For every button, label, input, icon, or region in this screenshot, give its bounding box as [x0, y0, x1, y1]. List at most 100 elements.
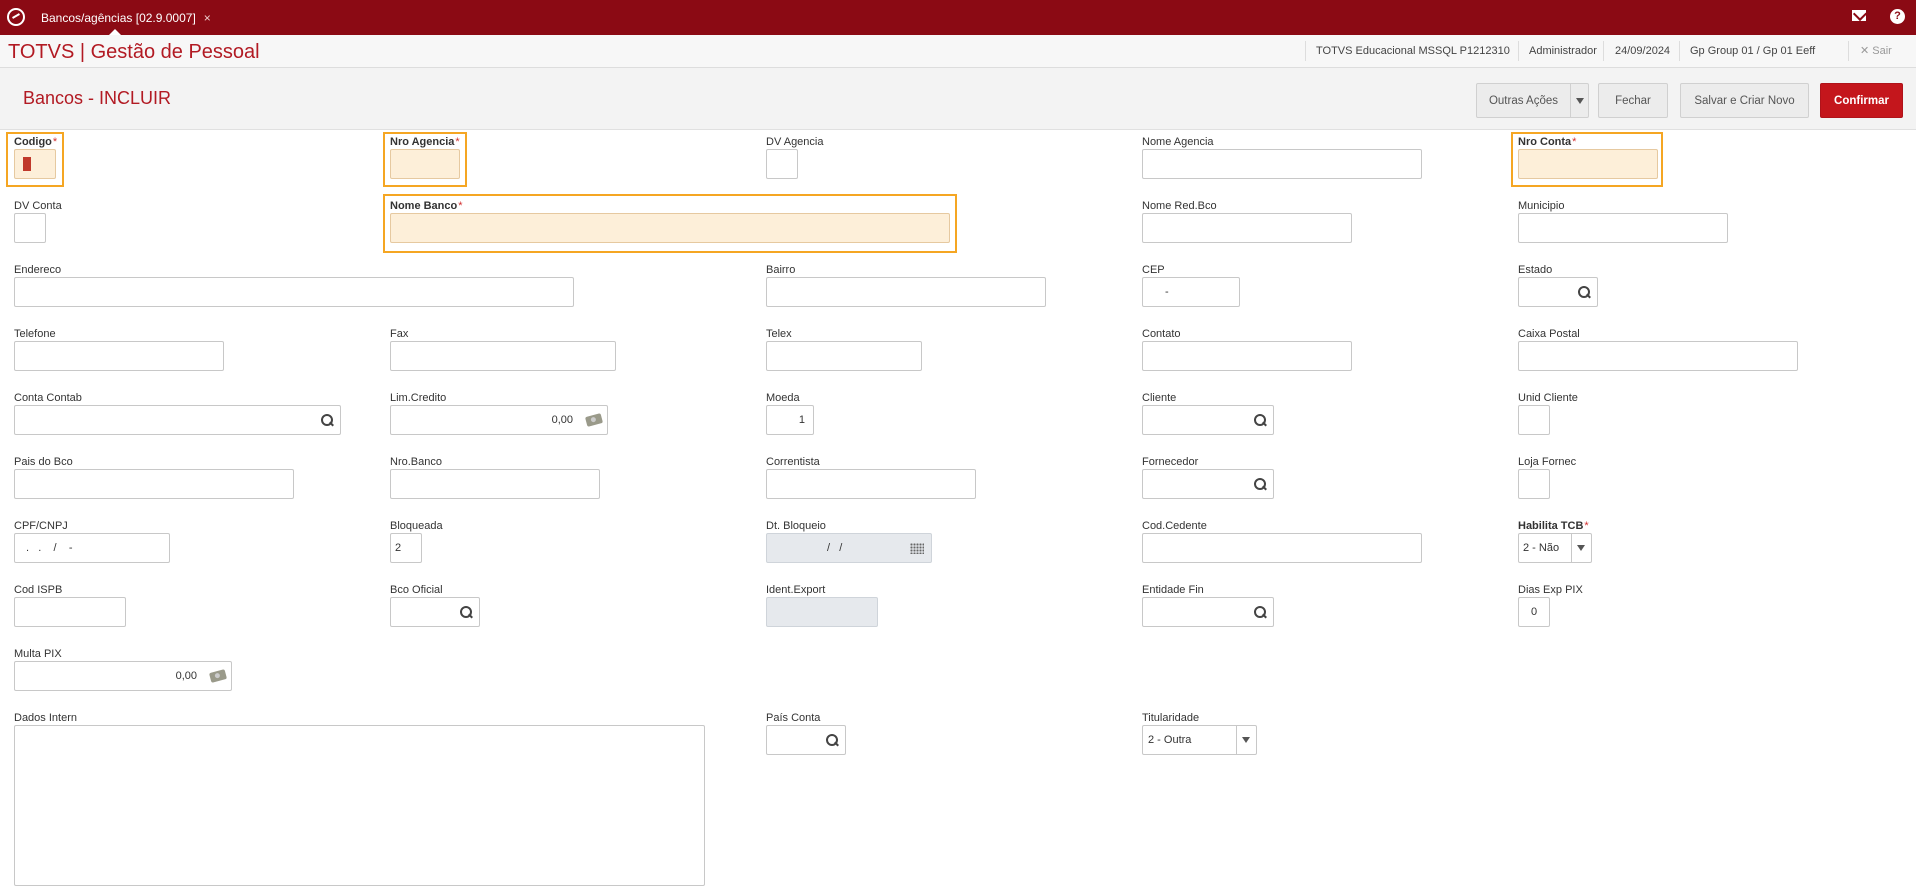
- date-label: 24/09/2024: [1615, 45, 1671, 57]
- search-icon[interactable]: [321, 414, 333, 426]
- cliente-label: Cliente: [1142, 392, 1177, 404]
- chevron-down-icon[interactable]: [1571, 534, 1591, 562]
- nome-banco-input[interactable]: [390, 213, 950, 243]
- mail-icon[interactable]: [1852, 10, 1866, 21]
- bloqueada-label: Bloqueada: [390, 520, 443, 532]
- search-icon[interactable]: [826, 734, 838, 746]
- codigo-label: Codigo: [14, 136, 52, 148]
- lim-credito-label: Lim.Credito: [390, 392, 447, 404]
- divider: [1518, 41, 1519, 61]
- contato-label: Contato: [1142, 328, 1181, 340]
- cod-ispb-input[interactable]: [14, 597, 126, 627]
- search-icon[interactable]: [1254, 606, 1266, 618]
- endereco-input[interactable]: [14, 277, 574, 307]
- environment-label: TOTVS Educacional MSSQL P1212310: [1316, 45, 1510, 57]
- nome-agencia-input[interactable]: [1142, 149, 1422, 179]
- bank-form: Codigo* Nro Agencia* DV Agencia Nome Age…: [0, 130, 1916, 893]
- nome-red-bco-label: Nome Red.Bco: [1142, 200, 1217, 212]
- municipio-label: Municipio: [1518, 200, 1565, 212]
- dv-conta-input[interactable]: [14, 213, 46, 243]
- totvs-logo-icon[interactable]: [7, 8, 25, 26]
- cpf-cnpj-input[interactable]: . . / -: [14, 533, 170, 563]
- bco-oficial-label: Bco Oficial: [390, 584, 443, 596]
- chevron-down-icon[interactable]: [1570, 84, 1588, 117]
- cod-ispb-label: Cod ISPB: [14, 584, 63, 596]
- habilita-tcb-value: 2 - Não: [1523, 542, 1560, 554]
- caixa-postal-input[interactable]: [1518, 341, 1798, 371]
- endereco-label: Endereco: [14, 264, 62, 276]
- telefone-label: Telefone: [14, 328, 56, 340]
- calendar-icon: [910, 543, 924, 554]
- loja-fornec-label: Loja Fornec: [1518, 456, 1577, 468]
- search-icon[interactable]: [1578, 286, 1590, 298]
- fax-input[interactable]: [390, 341, 616, 371]
- nome-red-bco-input[interactable]: [1142, 213, 1352, 243]
- fechar-button[interactable]: Fechar: [1598, 83, 1668, 118]
- divider: [1603, 41, 1604, 61]
- nro-conta-input[interactable]: [1518, 149, 1658, 179]
- pais-bco-input[interactable]: [14, 469, 294, 499]
- titularidade-label: Titularidade: [1142, 712, 1200, 724]
- pais-conta-label: País Conta: [766, 712, 821, 724]
- dv-conta-label: DV Conta: [14, 200, 62, 212]
- ident-export-input: [766, 597, 878, 627]
- search-icon[interactable]: [1254, 478, 1266, 490]
- tab-close-icon[interactable]: ×: [204, 11, 211, 25]
- user-label: Administrador: [1529, 45, 1597, 57]
- habilita-tcb-label: Habilita TCB: [1518, 520, 1584, 532]
- telex-input[interactable]: [766, 341, 922, 371]
- nome-banco-label: Nome Banco: [390, 200, 458, 212]
- group-label[interactable]: Gp Group 01 / Gp 01 Eeff: [1690, 35, 1815, 68]
- chevron-down-icon[interactable]: [1236, 726, 1256, 754]
- cod-cedente-input[interactable]: [1142, 533, 1422, 563]
- bloqueada-input[interactable]: 2: [390, 533, 422, 563]
- search-icon[interactable]: [460, 606, 472, 618]
- help-icon[interactable]: ?: [1890, 9, 1905, 24]
- text-cursor: [23, 157, 31, 171]
- habilita-tcb-select[interactable]: 2 - Não: [1518, 533, 1592, 563]
- unid-cliente-label: Unid Cliente: [1518, 392, 1578, 404]
- correntista-input[interactable]: [766, 469, 976, 499]
- nro-banco-input[interactable]: [390, 469, 600, 499]
- outras-acoes-label: Outras Ações: [1488, 94, 1559, 107]
- nro-conta-label: Nro Conta: [1518, 136, 1572, 148]
- telefone-input[interactable]: [14, 341, 224, 371]
- loja-fornec-input[interactable]: [1518, 469, 1550, 499]
- salvar-criar-novo-button[interactable]: Salvar e Criar Novo: [1680, 83, 1809, 118]
- correntista-label: Correntista: [766, 456, 820, 468]
- contato-input[interactable]: [1142, 341, 1352, 371]
- exit-button[interactable]: ✕ Sair: [1860, 35, 1892, 68]
- cep-label: CEP: [1142, 264, 1165, 276]
- multa-pix-input[interactable]: 0,00: [14, 661, 232, 691]
- confirmar-button[interactable]: Confirmar: [1820, 83, 1903, 118]
- nro-agencia-input[interactable]: [390, 149, 460, 179]
- municipio-input[interactable]: [1518, 213, 1728, 243]
- dias-exp-pix-input[interactable]: 0: [1518, 597, 1550, 627]
- divider: [1305, 41, 1306, 61]
- dias-exp-pix-label: Dias Exp PIX: [1518, 584, 1583, 596]
- lim-credito-input[interactable]: 0,00: [390, 405, 608, 435]
- dv-agencia-label: DV Agencia: [766, 136, 824, 148]
- unid-cliente-input[interactable]: [1518, 405, 1550, 435]
- divider: [1679, 41, 1680, 61]
- moeda-input[interactable]: 1: [766, 405, 814, 435]
- app-bar: TOTVS | Gestão de Pessoal TOTVS Educacio…: [0, 35, 1916, 68]
- titularidade-value: 2 - Outra: [1148, 734, 1192, 746]
- codigo-input[interactable]: [14, 149, 56, 179]
- pais-bco-label: Pais do Bco: [14, 456, 73, 468]
- dt-bloqueio-label: Dt. Bloqueio: [766, 520, 826, 532]
- titularidade-select[interactable]: 2 - Outra: [1142, 725, 1257, 755]
- nro-agencia-label: Nro Agencia: [390, 136, 455, 148]
- dados-intern-textarea[interactable]: [14, 725, 705, 886]
- conta-contab-input[interactable]: [14, 405, 341, 435]
- cep-input[interactable]: -: [1142, 277, 1240, 307]
- outras-acoes-button[interactable]: Outras Ações: [1476, 83, 1589, 118]
- top-bar: Bancos/agências [02.9.0007] × ?: [0, 0, 1916, 35]
- dv-agencia-input[interactable]: [766, 149, 798, 179]
- tab-label: Bancos/agências [02.9.0007]: [41, 10, 196, 25]
- dados-intern-label: Dados Intern: [14, 712, 77, 724]
- search-icon[interactable]: [1254, 414, 1266, 426]
- page-title: Bancos - INCLUIR: [23, 88, 172, 108]
- bairro-input[interactable]: [766, 277, 1046, 307]
- tab-bancos-agencias[interactable]: Bancos/agências [02.9.0007] ×: [33, 0, 219, 35]
